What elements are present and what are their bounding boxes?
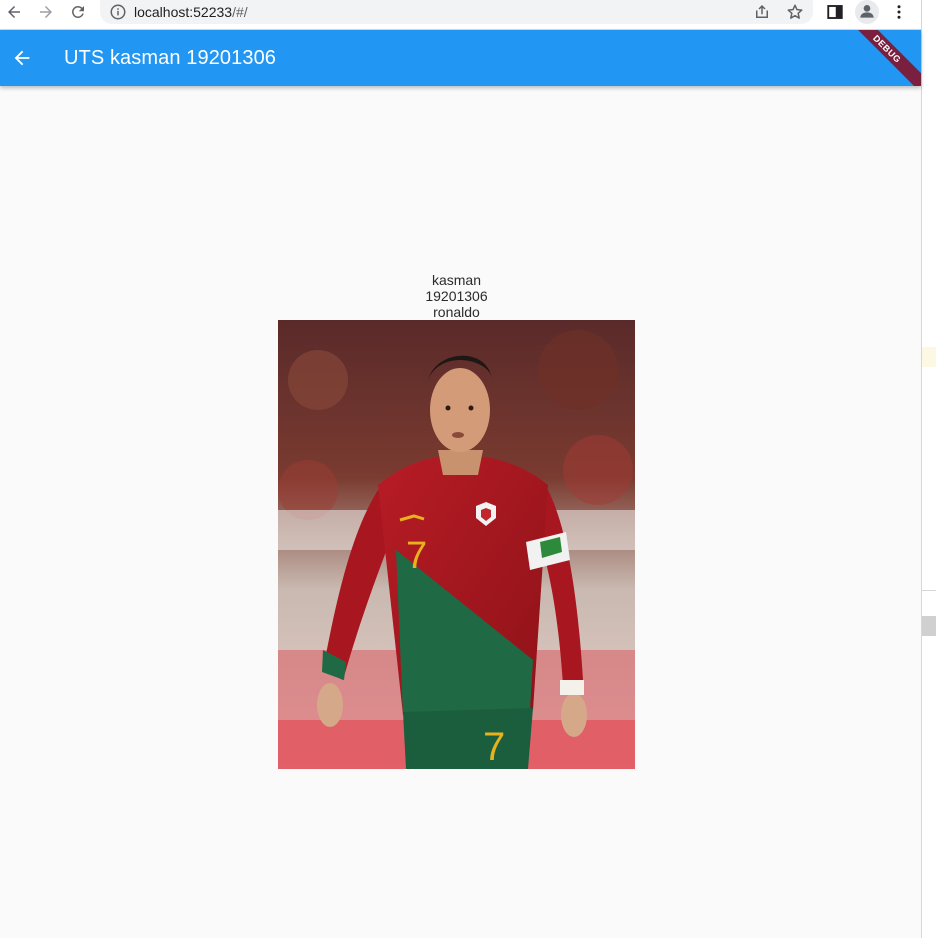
url-text[interactable]: localhost:52233/#/ — [134, 4, 248, 20]
devtools-scrollbar — [921, 0, 936, 938]
player-photo: 7 7 — [278, 320, 635, 769]
arrow-right-icon — [40, 6, 52, 18]
svg-text:7: 7 — [406, 535, 427, 577]
svg-text:7: 7 — [483, 725, 505, 769]
info-icon[interactable] — [109, 3, 127, 21]
star-icon[interactable] — [786, 3, 804, 21]
arrow-back-icon — [14, 50, 30, 66]
address-bar[interactable]: localhost:52233/#/ — [100, 0, 813, 24]
reload-icon — [72, 5, 84, 18]
ronaldo-image: 7 7 — [278, 320, 635, 769]
browser-forward-button[interactable] — [34, 0, 58, 24]
browser-toolbar: localhost:52233/#/ — [0, 0, 921, 30]
arrow-left-icon — [8, 6, 20, 18]
side-panel-icon[interactable] — [826, 3, 844, 21]
subject-text: ronaldo — [433, 304, 480, 320]
url-host: localhost:52233 — [134, 4, 233, 20]
scrollbar-thumb[interactable] — [922, 616, 936, 636]
debug-banner: DEBUG — [839, 30, 921, 86]
divider — [922, 590, 936, 591]
browser-reload-button[interactable] — [66, 0, 90, 24]
id-text: 19201306 — [425, 288, 488, 304]
app-bar: UTS kasman 19201306 DEBUG — [0, 30, 921, 86]
person-icon — [860, 5, 874, 18]
app-title: UTS kasman 19201306 — [64, 47, 277, 69]
browser-back-button[interactable] — [2, 0, 26, 24]
back-button[interactable] — [8, 44, 36, 72]
share-icon[interactable] — [753, 3, 771, 21]
kebab-menu-icon[interactable] — [890, 3, 908, 21]
scrollbar-marker — [922, 347, 936, 367]
url-path: /#/ — [232, 4, 248, 20]
profile-avatar[interactable] — [855, 0, 879, 24]
name-text: kasman — [431, 272, 482, 288]
